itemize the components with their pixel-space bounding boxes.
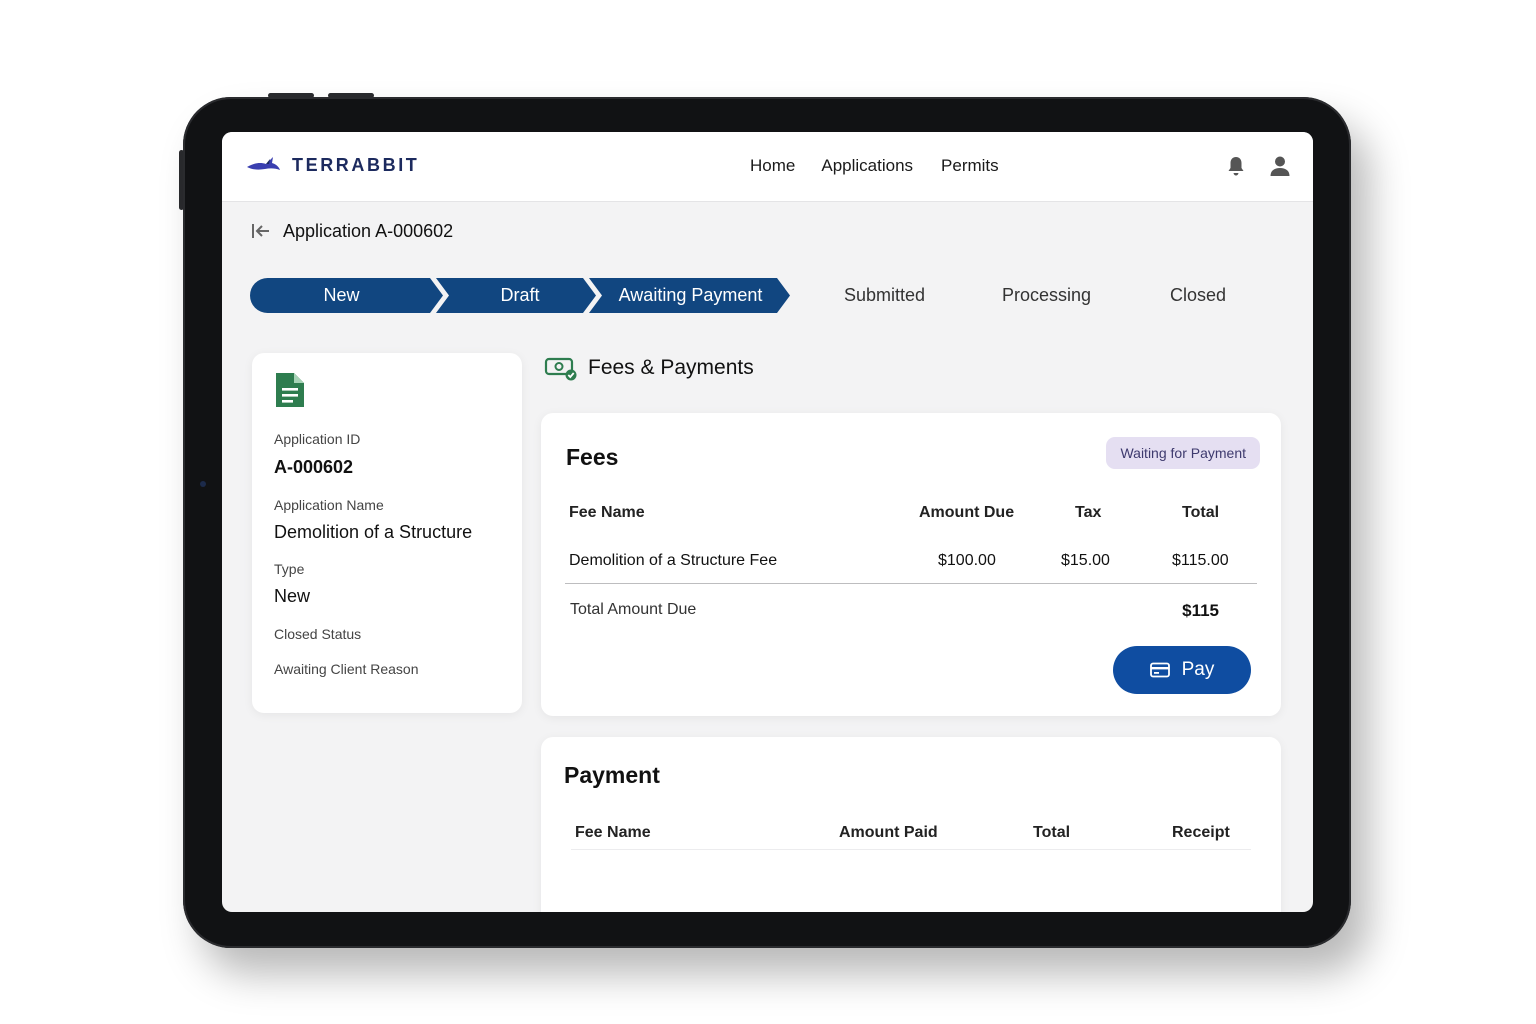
back-arrow-icon[interactable] xyxy=(250,220,272,242)
page-title: Application A-000602 xyxy=(283,220,454,241)
step-awaiting-payment: Awaiting Payment xyxy=(589,278,790,313)
status-stepper: New Draft Awaiting Payment Submitted Pro… xyxy=(250,278,1290,313)
brand-logo[interactable]: TERRABBIT xyxy=(246,153,419,177)
column-header-total: Total xyxy=(1182,504,1220,521)
fee-row-amount-due: $100.00 xyxy=(938,552,996,569)
application-name-value: Demolition of a Structure xyxy=(274,522,473,542)
rabbit-logo-icon xyxy=(247,157,280,170)
column-header-fee-name: Fee Name xyxy=(569,504,645,521)
step-new: New xyxy=(250,278,443,313)
payment-column-amount-paid: Amount Paid xyxy=(839,824,938,841)
payment-column-receipt: Receipt xyxy=(1172,824,1230,841)
document-icon xyxy=(276,373,304,407)
type-value: New xyxy=(274,586,311,606)
type-label: Type xyxy=(274,561,305,577)
fees-card: Fees Waiting for Payment Fee Name Amount… xyxy=(541,413,1281,716)
app-screen: TERRABBIT Home Applications Permits Appl… xyxy=(222,132,1313,912)
column-header-tax: Tax xyxy=(1075,504,1102,521)
closed-status-label: Closed Status xyxy=(274,626,362,642)
application-id-label: Application ID xyxy=(274,431,361,447)
nav-applications[interactable]: Applications xyxy=(821,156,913,176)
application-info-card: Application ID A-000602 Application Name… xyxy=(252,353,522,713)
money-icon xyxy=(544,357,577,381)
step-draft: Draft xyxy=(436,278,596,313)
page-header: Application A-000602 xyxy=(250,220,453,242)
step-processing: Processing xyxy=(1002,285,1092,305)
total-amount-due-value: $115 xyxy=(1182,601,1219,620)
camera xyxy=(200,481,206,487)
step-closed: Closed xyxy=(1170,285,1227,305)
brand-name: TERRABBIT xyxy=(292,154,420,175)
column-header-amount-due: Amount Due xyxy=(919,504,1015,521)
payment-title: Payment xyxy=(564,762,660,788)
payment-card: Payment Fee Name Amount Paid Total Recei… xyxy=(541,737,1281,912)
nav-actions xyxy=(1225,154,1291,178)
payment-column-total: Total xyxy=(1033,824,1071,841)
step-submitted: Submitted xyxy=(844,285,926,305)
awaiting-client-reason-label: Awaiting Client Reason xyxy=(274,661,419,677)
status-badge: Waiting for Payment xyxy=(1106,437,1260,469)
payment-column-fee-name: Fee Name xyxy=(575,824,651,841)
fees-payments-header: Fees & Payments xyxy=(544,354,754,382)
credit-card-icon xyxy=(1149,662,1170,678)
total-amount-due-label: Total Amount Due xyxy=(570,601,697,618)
top-navbar: TERRABBIT Home Applications Permits xyxy=(222,132,1313,202)
fee-row-total: $115.00 xyxy=(1172,552,1229,569)
payment-table-divider xyxy=(571,849,1251,850)
application-name-label: Application Name xyxy=(274,497,384,513)
user-icon[interactable] xyxy=(1269,154,1291,178)
section-title: Fees & Payments xyxy=(588,356,754,379)
fee-row-name: Demolition of a Structure Fee xyxy=(569,552,778,569)
main-nav: Home Applications Permits xyxy=(750,156,999,176)
pay-button-label: Pay xyxy=(1181,659,1215,680)
table-divider xyxy=(565,583,1257,584)
application-id-value: A-000602 xyxy=(274,457,354,477)
fees-title: Fees xyxy=(566,444,619,470)
nav-permits[interactable]: Permits xyxy=(941,156,999,176)
pay-button[interactable]: Pay xyxy=(1113,646,1251,694)
nav-home[interactable]: Home xyxy=(750,156,795,176)
fee-row-tax: $15.00 xyxy=(1061,552,1110,569)
bell-icon[interactable] xyxy=(1225,154,1247,178)
